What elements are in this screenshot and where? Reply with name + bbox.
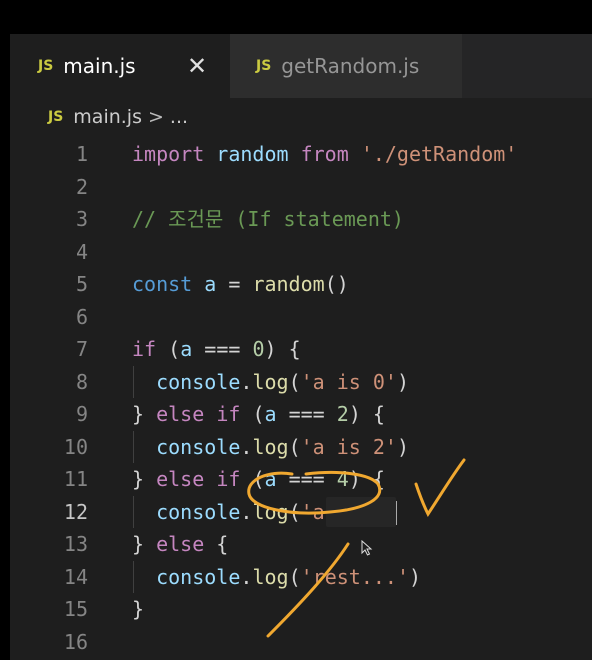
annotation-checkmark: [414, 458, 466, 517]
annotation-stroke: [266, 542, 350, 638]
pen-annotation: [247, 458, 466, 638]
annotation-circle: [247, 470, 382, 515]
